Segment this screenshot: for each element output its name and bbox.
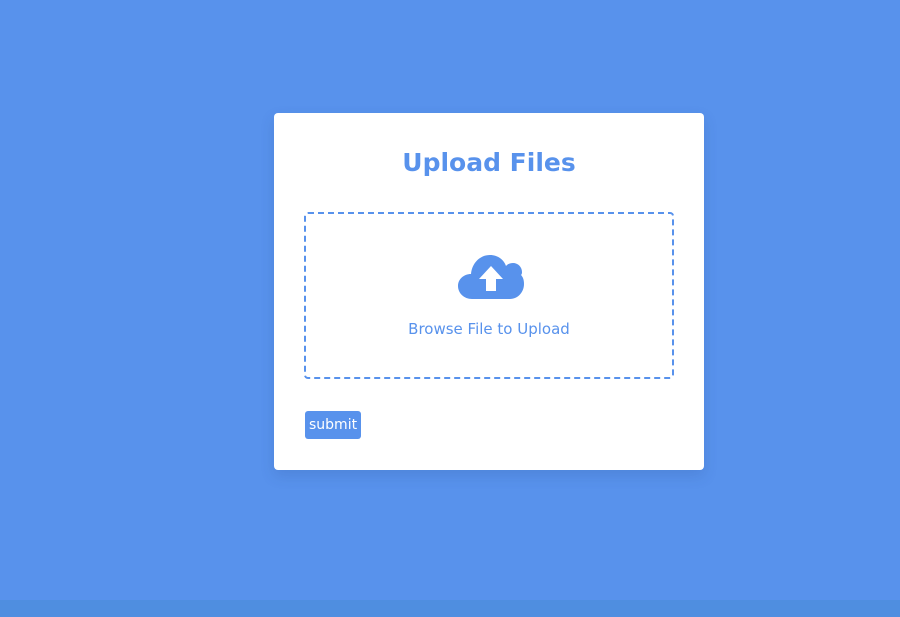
bottom-strip: [0, 600, 900, 617]
upload-card: Upload Files Browse File to Upload submi…: [274, 113, 704, 470]
browse-file-text[interactable]: Browse File to Upload: [306, 317, 672, 341]
cloud-upload-icon: [458, 255, 524, 299]
card-title: Upload Files: [402, 148, 576, 177]
submit-button[interactable]: submit: [305, 411, 362, 439]
file-dropzone[interactable]: Browse File to Upload: [304, 212, 674, 379]
